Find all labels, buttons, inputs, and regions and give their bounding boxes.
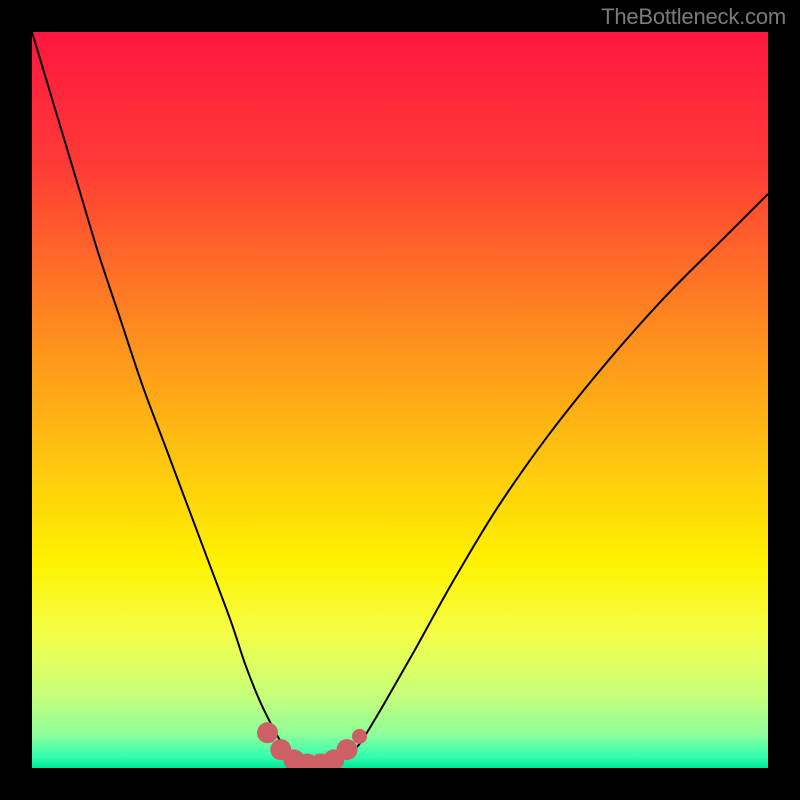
watermark-text: TheBottleneck.com <box>601 4 786 30</box>
chart-frame: TheBottleneck.com <box>0 0 800 800</box>
valley-marker <box>337 739 358 760</box>
gradient-background <box>32 32 768 768</box>
valley-marker <box>257 722 278 743</box>
valley-marker <box>352 729 367 744</box>
bottleneck-chart <box>0 0 800 800</box>
